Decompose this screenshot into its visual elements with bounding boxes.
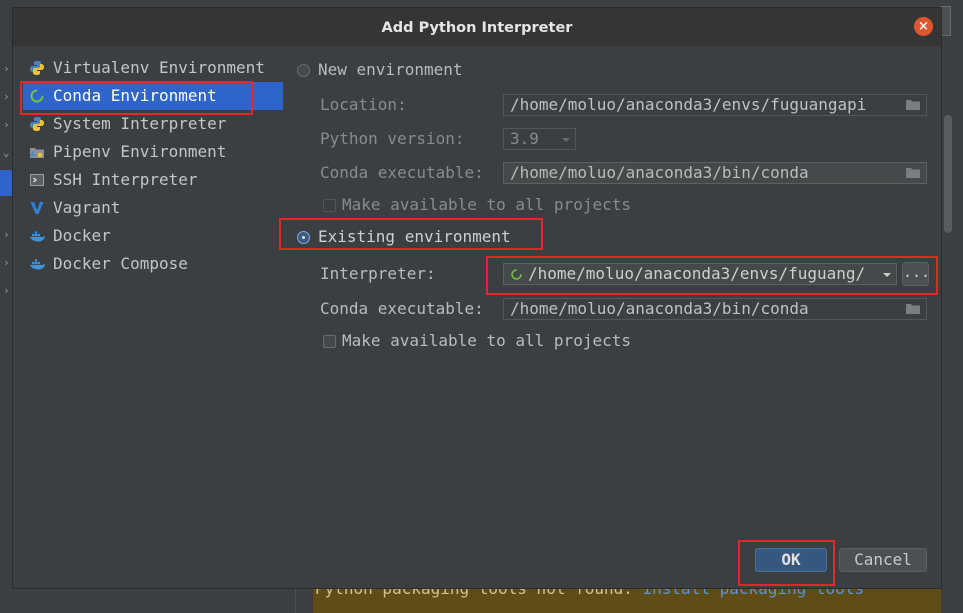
vagrant-icon xyxy=(30,202,44,214)
interpreter-label: Interpreter: xyxy=(320,264,436,283)
new-make-available-label: Make available to all projects xyxy=(342,195,631,214)
sidebar-item-label: Docker xyxy=(53,226,111,245)
background-divider xyxy=(295,588,296,613)
location-field: /home/moluo/anaconda3/envs/fuguangapi xyxy=(503,94,927,116)
close-button[interactable]: × xyxy=(914,17,933,36)
existing-conda-executable-value: /home/moluo/anaconda3/bin/conda xyxy=(510,299,809,318)
highlight-ok-button xyxy=(738,540,835,586)
sidebar-item-label: Virtualenv Environment xyxy=(53,58,265,77)
new-environment-radio[interactable] xyxy=(297,64,310,77)
chevron-down-icon: ⌄ xyxy=(3,146,10,159)
python-version-value: 3.9 xyxy=(510,129,539,148)
background-settings-panel xyxy=(940,0,963,613)
highlight-existing-environment xyxy=(279,218,543,250)
sidebar-item-label: SSH Interpreter xyxy=(53,170,198,189)
add-python-interpreter-dialog: Add Python Interpreter × Virtualenv Envi… xyxy=(13,8,941,588)
background-scrollbar xyxy=(944,115,952,233)
folder-icon xyxy=(906,168,920,178)
dialog-title: Add Python Interpreter xyxy=(13,8,941,46)
interpreter-type-list: Virtualenv Environment Conda Environment… xyxy=(13,46,283,546)
location-label: Location: xyxy=(320,95,407,114)
chevron-right-icon: › xyxy=(3,118,10,131)
sidebar-item-label: Pipenv Environment xyxy=(53,142,227,161)
existing-make-available-checkbox[interactable] xyxy=(323,335,336,348)
pipenv-icon xyxy=(29,148,44,158)
docker-icon xyxy=(30,259,45,270)
new-conda-executable-value: /home/moluo/anaconda3/bin/conda xyxy=(510,163,809,182)
close-icon: × xyxy=(918,19,929,34)
sidebar-item-vagrant[interactable]: Vagrant xyxy=(23,194,283,222)
existing-make-available-label: Make available to all projects xyxy=(342,331,631,350)
sidebar-item-pipenv[interactable]: Pipenv Environment xyxy=(23,138,283,166)
terminal-icon xyxy=(30,174,44,186)
highlight-interpreter xyxy=(486,256,938,295)
new-conda-executable-label: Conda executable: xyxy=(320,163,484,182)
highlight-conda-environment xyxy=(20,81,253,115)
cancel-button[interactable]: Cancel xyxy=(839,548,927,572)
python-version-label: Python version: xyxy=(320,129,465,148)
python-version-select: 3.9 xyxy=(503,128,576,150)
folder-icon xyxy=(906,100,920,110)
chevron-right-icon: › xyxy=(3,256,10,269)
sidebar-item-virtualenv[interactable]: Virtualenv Environment xyxy=(23,54,283,82)
existing-conda-executable-field: /home/moluo/anaconda3/bin/conda xyxy=(503,298,927,320)
location-value: /home/moluo/anaconda3/envs/fuguangapi xyxy=(510,95,867,114)
new-environment-label: New environment xyxy=(318,60,463,79)
chevron-down-icon xyxy=(562,138,570,142)
chevron-right-icon: › xyxy=(3,90,10,103)
background-project-panel: › › › ⌄ › › › xyxy=(0,0,14,613)
python-icon xyxy=(30,117,44,131)
sidebar-item-label: Vagrant xyxy=(53,198,121,217)
chevron-right-icon: › xyxy=(3,228,10,241)
chevron-right-icon: › xyxy=(3,62,10,75)
sidebar-item-label: Docker Compose xyxy=(53,254,188,273)
sidebar-item-docker[interactable]: Docker xyxy=(23,222,283,250)
sidebar-item-ssh[interactable]: SSH Interpreter xyxy=(23,166,283,194)
existing-conda-executable-label: Conda executable: xyxy=(320,299,484,318)
python-icon xyxy=(30,61,44,75)
background-selected-row xyxy=(0,170,12,196)
chevron-right-icon: › xyxy=(3,284,10,297)
sidebar-item-docker-compose[interactable]: Docker Compose xyxy=(23,250,283,278)
new-conda-executable-field: /home/moluo/anaconda3/bin/conda xyxy=(503,162,927,184)
background-button xyxy=(940,6,951,36)
folder-icon xyxy=(906,304,920,314)
docker-icon xyxy=(30,231,45,242)
new-make-available-checkbox xyxy=(323,199,336,212)
